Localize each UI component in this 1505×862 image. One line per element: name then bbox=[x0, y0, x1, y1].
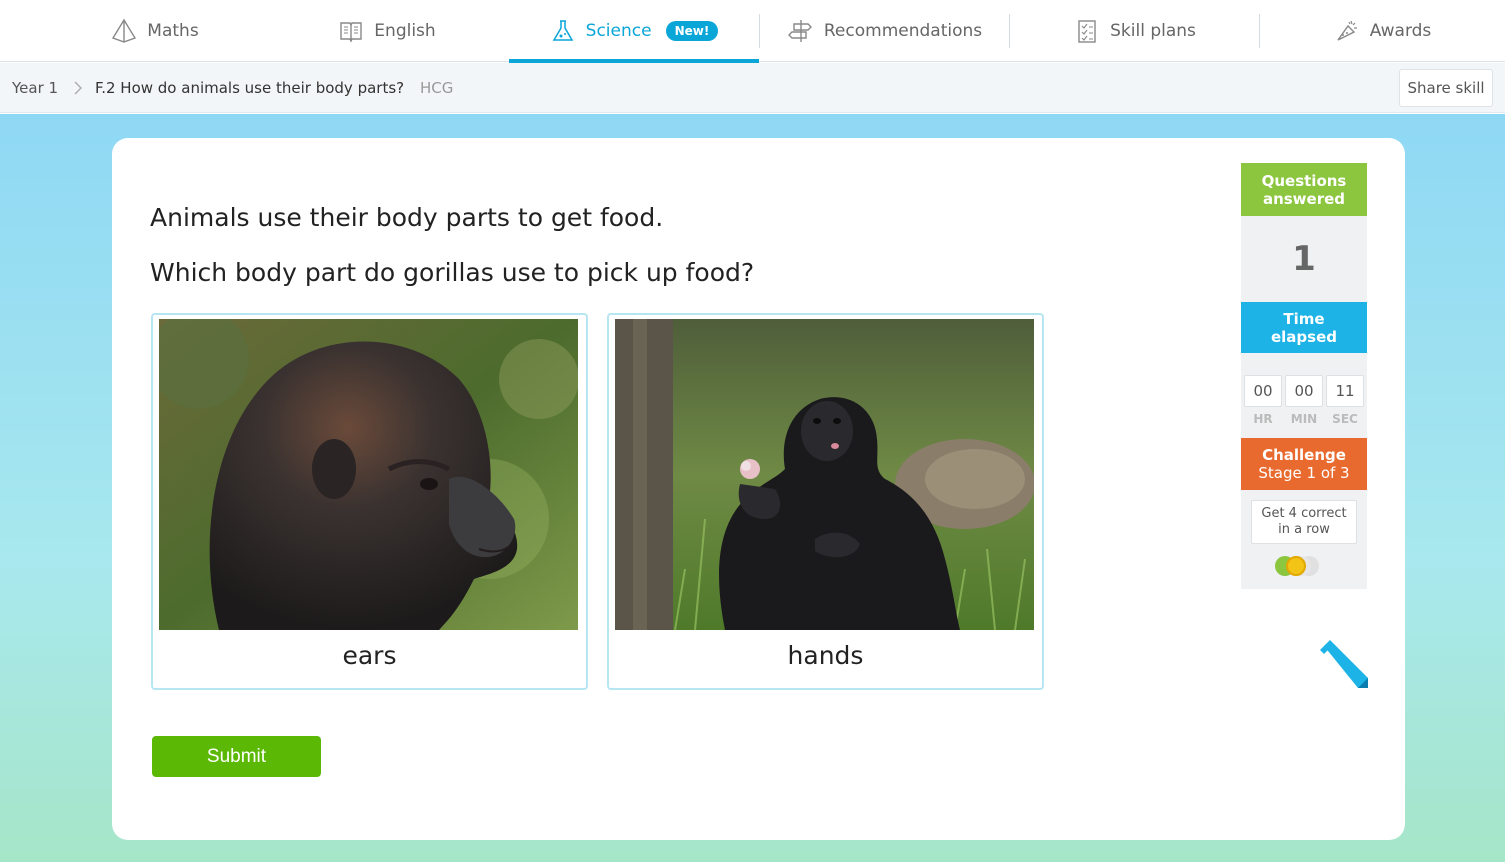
tab-awards-label: Awards bbox=[1369, 21, 1432, 41]
challenge-progress-dots bbox=[1275, 556, 1335, 578]
breadcrumb-skill: F.2 How do animals use their body parts? bbox=[95, 79, 405, 97]
progress-dot-current bbox=[1286, 556, 1306, 576]
timer-seconds: 11 bbox=[1326, 375, 1364, 407]
gorilla-profile-photo bbox=[159, 319, 578, 630]
tab-recommendations[interactable]: Recommendations bbox=[760, 0, 1010, 62]
share-skill-button[interactable]: Share skill bbox=[1399, 69, 1493, 107]
submit-button[interactable]: Submit bbox=[152, 736, 321, 777]
breadcrumb: Year 1 F.2 How do animals use their body… bbox=[0, 63, 1505, 113]
answer-label-hands: hands bbox=[787, 641, 864, 670]
awards-trophy-icon bbox=[1337, 20, 1357, 41]
tab-recommendations-label: Recommendations bbox=[823, 21, 983, 41]
pencil-icon[interactable] bbox=[1318, 640, 1370, 690]
science-flask-icon bbox=[552, 20, 573, 41]
challenge-body: Get 4 correct in a row bbox=[1241, 490, 1367, 589]
tab-skill-plans-label: Skill plans bbox=[1110, 21, 1196, 41]
timer-hours: 00 bbox=[1244, 375, 1282, 407]
tab-awards[interactable]: Awards bbox=[1260, 0, 1505, 62]
question-intro: Animals use their body parts to get food… bbox=[150, 203, 664, 232]
breadcrumb-year[interactable]: Year 1 bbox=[12, 63, 58, 113]
timer-hours-label: HR bbox=[1253, 412, 1273, 426]
recommendations-signpost-icon bbox=[787, 20, 812, 42]
maths-pyramid-icon bbox=[112, 18, 137, 43]
timer-minutes: 00 bbox=[1285, 375, 1323, 407]
questions-answered-count: 1 bbox=[1241, 216, 1367, 302]
english-book-icon bbox=[340, 22, 362, 43]
timer-minutes-label: MIN bbox=[1290, 412, 1318, 426]
skill-code: HCG bbox=[420, 79, 454, 97]
challenge-goal: Get 4 correct in a row bbox=[1251, 500, 1357, 544]
questions-answered-header: Questions answered bbox=[1241, 163, 1367, 216]
new-badge: New! bbox=[665, 21, 719, 41]
timer-seconds-label: SEC bbox=[1332, 412, 1358, 426]
tab-skill-plans[interactable]: Skill plans bbox=[1010, 0, 1260, 62]
tab-maths-label: Maths bbox=[147, 21, 199, 41]
tab-science[interactable]: Science New! bbox=[509, 0, 759, 63]
question-prompt: Which body part do gorillas use to pick … bbox=[150, 258, 755, 287]
top-nav: Maths English Science New! Recommendatio… bbox=[0, 0, 1505, 63]
challenge-stage: Stage 1 of 3 bbox=[1258, 464, 1350, 482]
skill-plans-checklist-icon bbox=[1078, 20, 1096, 43]
time-elapsed-timer: 00 00 11 HR MIN SEC bbox=[1241, 353, 1367, 438]
time-elapsed-header: Time elapsed bbox=[1241, 302, 1367, 353]
tab-english-label: English bbox=[374, 21, 436, 41]
gorilla-sitting-eating-photo bbox=[615, 319, 1034, 630]
tab-science-label: Science bbox=[585, 21, 652, 41]
answer-label-ears: ears bbox=[342, 641, 397, 670]
tab-english[interactable]: English bbox=[292, 0, 482, 62]
chevron-right-icon bbox=[73, 63, 83, 113]
challenge-header: Challenge Stage 1 of 3 bbox=[1241, 438, 1367, 490]
answer-choice-hands[interactable]: hands bbox=[607, 313, 1044, 690]
tab-maths[interactable]: Maths bbox=[60, 0, 250, 62]
answer-choice-ears[interactable]: ears bbox=[151, 313, 588, 690]
challenge-title: Challenge bbox=[1262, 446, 1346, 464]
